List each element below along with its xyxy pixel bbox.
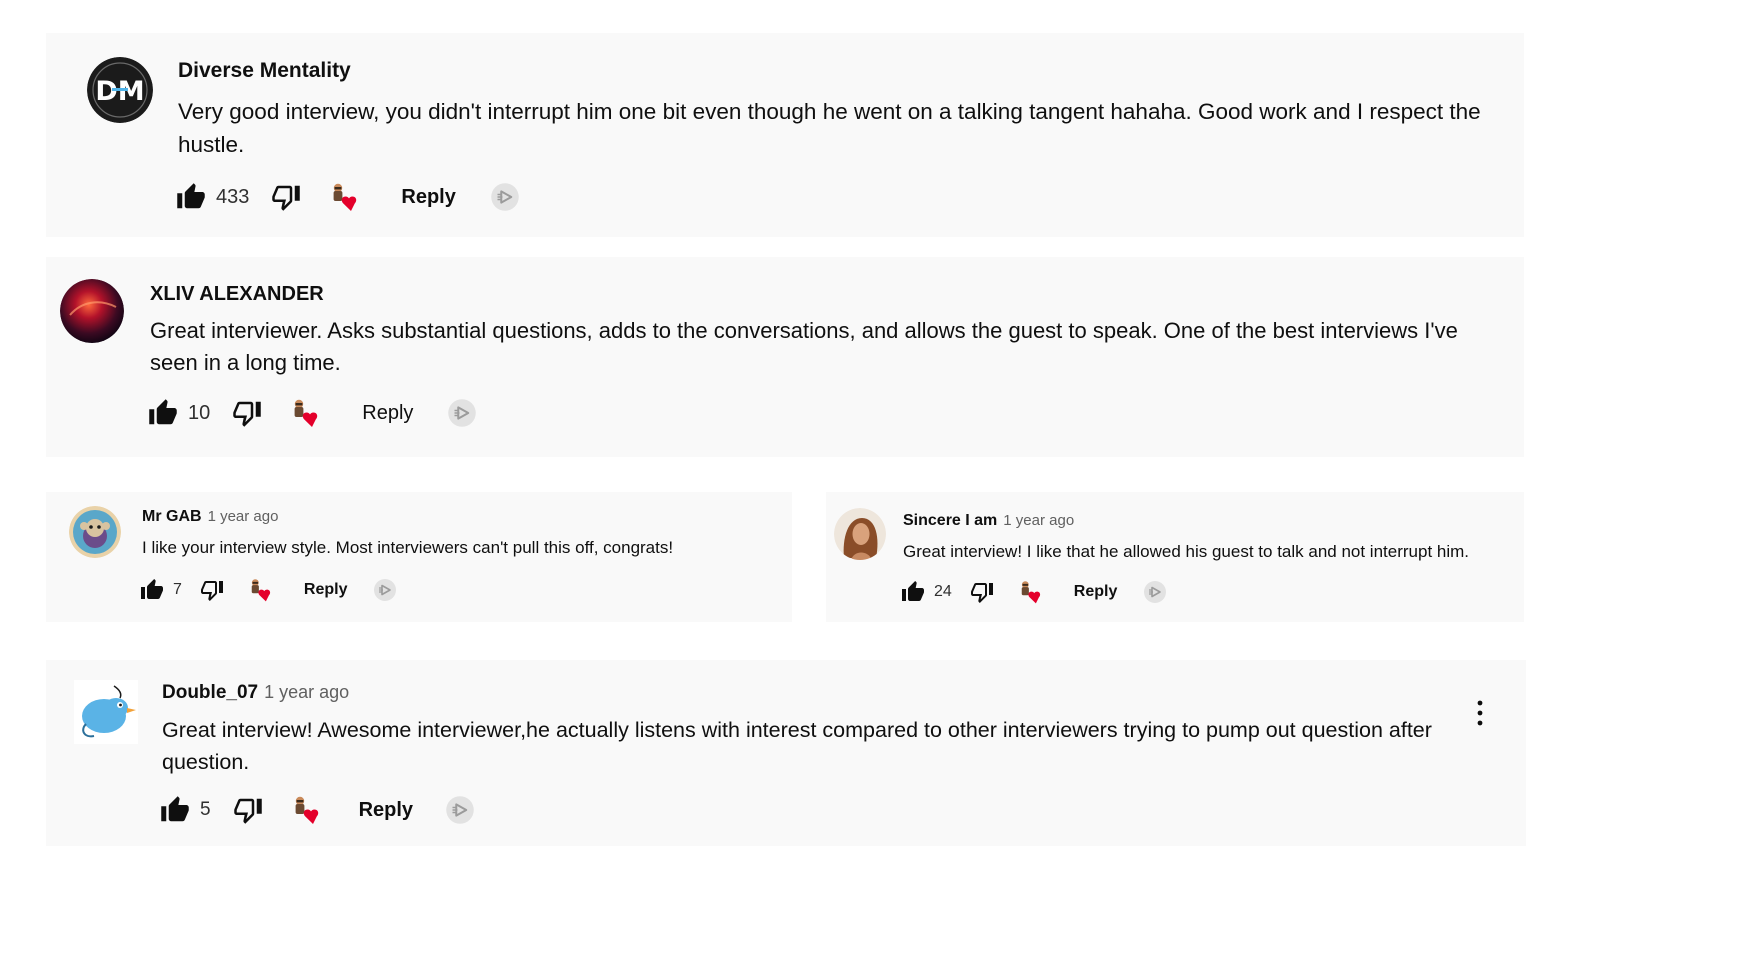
comment-text: Very good interview, you didn't interrup… (178, 99, 1481, 157)
like-button[interactable]: 10 (148, 398, 210, 428)
thanks-button[interactable] (447, 398, 477, 428)
comment-card: XLIV ALEXANDER Great interviewer. Asks s… (46, 257, 1524, 457)
comment-card: Mr GAB 1 year ago I like your interview s… (46, 492, 792, 622)
thanks-button[interactable] (490, 182, 520, 212)
comment-card: Sincere I am 1 year ago Great interview! … (826, 492, 1524, 622)
thumbs-down-icon (970, 580, 994, 604)
avatar[interactable] (834, 508, 886, 560)
creator-heart-icon (291, 794, 323, 826)
dislike-button[interactable] (232, 398, 262, 428)
creator-heart (1018, 579, 1044, 605)
cartoon-monkey-avatar-icon (69, 506, 121, 558)
comment-author[interactable]: Diverse Mentality (178, 59, 351, 83)
thumbs-down-icon (232, 398, 262, 428)
creator-heart (248, 577, 274, 603)
like-button[interactable]: 7 (140, 578, 182, 602)
avatar[interactable]: DM (87, 57, 153, 123)
diverse-mentality-logo-icon: DM (87, 57, 153, 123)
super-thanks-icon (445, 795, 475, 825)
like-count: 7 (173, 581, 182, 598)
creator-heart (290, 397, 322, 429)
comment-actions: 5 Reply (160, 792, 475, 828)
thumbs-down-icon (271, 182, 301, 212)
creator-heart-icon (1018, 579, 1044, 605)
reply-button[interactable]: Reply (362, 402, 413, 425)
like-button[interactable]: 433 (176, 182, 249, 212)
like-count: 433 (216, 185, 250, 208)
avatar[interactable] (74, 680, 138, 744)
creator-heart-icon (248, 577, 274, 603)
more-options-button[interactable] (1470, 698, 1490, 728)
author-name[interactable]: Sincere I am (903, 512, 997, 529)
comment-text: I like your interview style. Most interv… (142, 538, 674, 557)
thanks-button[interactable] (445, 795, 475, 825)
comment-author[interactable]: Sincere I am 1 year ago (903, 512, 1074, 530)
comment-text: Great interviewer. Asks substantial ques… (150, 318, 1458, 375)
comment-author[interactable]: Double_07 1 year ago (162, 682, 349, 704)
creator-heart-icon (290, 397, 322, 429)
comment-text: Great interview! Awesome interviewer,he … (162, 718, 1432, 774)
comment-author[interactable]: Mr GAB 1 year ago (142, 508, 278, 526)
thumbs-down-icon (200, 578, 224, 602)
comment-actions: 24 Reply (901, 578, 1167, 606)
logo-lettering: DM (95, 76, 144, 107)
creator-heart (291, 794, 323, 826)
reply-button[interactable]: Reply (401, 186, 455, 209)
comment-text: Great interview! I like that he allowed … (903, 542, 1470, 561)
comment-actions: 10 Reply (148, 394, 477, 432)
author-name[interactable]: Diverse Mentality (178, 59, 351, 82)
author-name[interactable]: XLIV ALEXANDER (150, 283, 324, 305)
super-thanks-icon (373, 578, 397, 602)
comment-card: Double_07 1 year ago Great interview! Awe… (46, 660, 1526, 846)
blue-bird-avatar-icon (74, 680, 138, 744)
thumbs-up-icon (148, 398, 178, 428)
super-thanks-icon (447, 398, 477, 428)
thanks-button[interactable] (1143, 580, 1167, 604)
comment-time[interactable]: 1 year ago (208, 508, 279, 525)
thumbs-down-icon (233, 795, 263, 825)
dislike-button[interactable] (271, 182, 301, 212)
creator-heart-icon (329, 181, 361, 213)
red-abstract-avatar-icon (60, 279, 124, 343)
reply-button[interactable]: Reply (1074, 583, 1118, 601)
super-thanks-icon (490, 182, 520, 212)
comment-author[interactable]: XLIV ALEXANDER (150, 283, 324, 306)
like-button[interactable]: 24 (901, 580, 952, 604)
thanks-button[interactable] (373, 578, 397, 602)
thumbs-up-icon (160, 795, 190, 825)
avatar[interactable] (60, 279, 124, 343)
dislike-button[interactable] (233, 795, 263, 825)
comment-card: DM Diverse Mentality Very good interview… (46, 33, 1524, 237)
woman-portrait-avatar-icon (834, 508, 886, 560)
dislike-button[interactable] (200, 578, 224, 602)
reply-button[interactable]: Reply (359, 799, 413, 822)
super-thanks-icon (1143, 580, 1167, 604)
like-button[interactable]: 5 (160, 795, 211, 825)
comment-time[interactable]: 1 year ago (264, 682, 349, 702)
reply-button[interactable]: Reply (304, 581, 348, 599)
like-count: 5 (200, 799, 211, 820)
author-name[interactable]: Double_07 (162, 682, 258, 703)
vertical-dots-icon (1477, 700, 1483, 726)
dislike-button[interactable] (970, 580, 994, 604)
comment-actions: 433 Reply (176, 177, 520, 217)
like-count: 24 (934, 583, 952, 600)
thumbs-up-icon (901, 580, 925, 604)
comment-actions: 7 Reply (140, 576, 397, 604)
author-name[interactable]: Mr GAB (142, 508, 202, 525)
comment-time[interactable]: 1 year ago (1003, 512, 1074, 529)
thumbs-up-icon (140, 578, 164, 602)
avatar[interactable] (69, 506, 121, 558)
like-count: 10 (188, 401, 211, 424)
creator-heart (329, 181, 361, 213)
thumbs-up-icon (176, 182, 206, 212)
